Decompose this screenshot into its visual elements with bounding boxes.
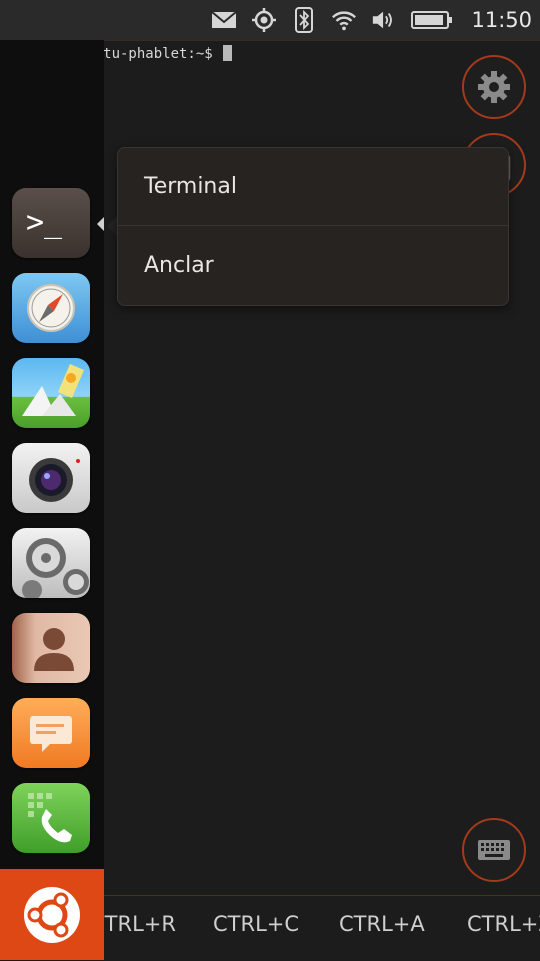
phone-app[interactable] bbox=[12, 783, 90, 853]
settings-button[interactable] bbox=[462, 55, 526, 119]
camera-app[interactable] bbox=[12, 443, 90, 513]
key-ctrl-z[interactable]: CTRL+Z bbox=[467, 912, 540, 936]
app-context-menu: Terminal Anclar bbox=[117, 147, 509, 306]
wifi-icon[interactable] bbox=[331, 7, 357, 33]
shortcut-key-bar[interactable]: CTRL+R CTRL+C CTRL+A CTRL+Z bbox=[104, 895, 540, 961]
camera-icon bbox=[29, 458, 80, 502]
menu-item-pin[interactable]: Anclar bbox=[118, 226, 508, 304]
browser-app[interactable] bbox=[12, 273, 90, 343]
keyboard-button[interactable] bbox=[462, 818, 526, 882]
key-ctrl-a[interactable]: CTRL+A bbox=[339, 912, 425, 936]
active-app-indicator bbox=[97, 217, 104, 231]
indicators[interactable]: 11:50 bbox=[211, 0, 532, 40]
cogs-icon bbox=[22, 538, 89, 598]
key-ctrl-r[interactable]: CTRL+R bbox=[104, 912, 176, 936]
phone-icon bbox=[28, 793, 72, 843]
volume-icon[interactable] bbox=[371, 7, 397, 33]
key-ctrl-c[interactable]: CTRL+C bbox=[213, 912, 299, 936]
mail-icon[interactable] bbox=[211, 7, 238, 33]
photo-icon bbox=[22, 364, 84, 416]
bluetooth-icon[interactable] bbox=[291, 7, 317, 33]
gear-icon bbox=[478, 71, 510, 103]
messaging-app[interactable] bbox=[12, 698, 90, 768]
svg-text:>_: >_ bbox=[26, 205, 63, 240]
contacts-app[interactable] bbox=[12, 613, 90, 683]
ubuntu-logo-icon bbox=[24, 886, 80, 943]
battery-icon[interactable] bbox=[411, 7, 453, 33]
launcher[interactable]: >_ bbox=[0, 40, 104, 960]
terminal-app[interactable]: >_ bbox=[12, 188, 90, 258]
status-bar[interactable]: 11:50 bbox=[0, 0, 540, 40]
location-icon[interactable] bbox=[251, 7, 277, 33]
keyboard-icon bbox=[478, 840, 510, 860]
compass-icon bbox=[27, 284, 75, 332]
gallery-app[interactable] bbox=[12, 358, 90, 428]
clock[interactable]: 11:50 bbox=[471, 8, 532, 32]
person-icon bbox=[34, 628, 74, 671]
terminal-icon: >_ bbox=[26, 205, 63, 240]
menu-item-terminal[interactable]: Terminal bbox=[118, 148, 508, 226]
text-cursor bbox=[223, 45, 233, 61]
menu-pointer bbox=[107, 216, 117, 236]
dash-home-button[interactable] bbox=[0, 869, 104, 960]
system-settings-app[interactable] bbox=[12, 528, 90, 598]
chat-bubble-icon bbox=[30, 716, 72, 752]
